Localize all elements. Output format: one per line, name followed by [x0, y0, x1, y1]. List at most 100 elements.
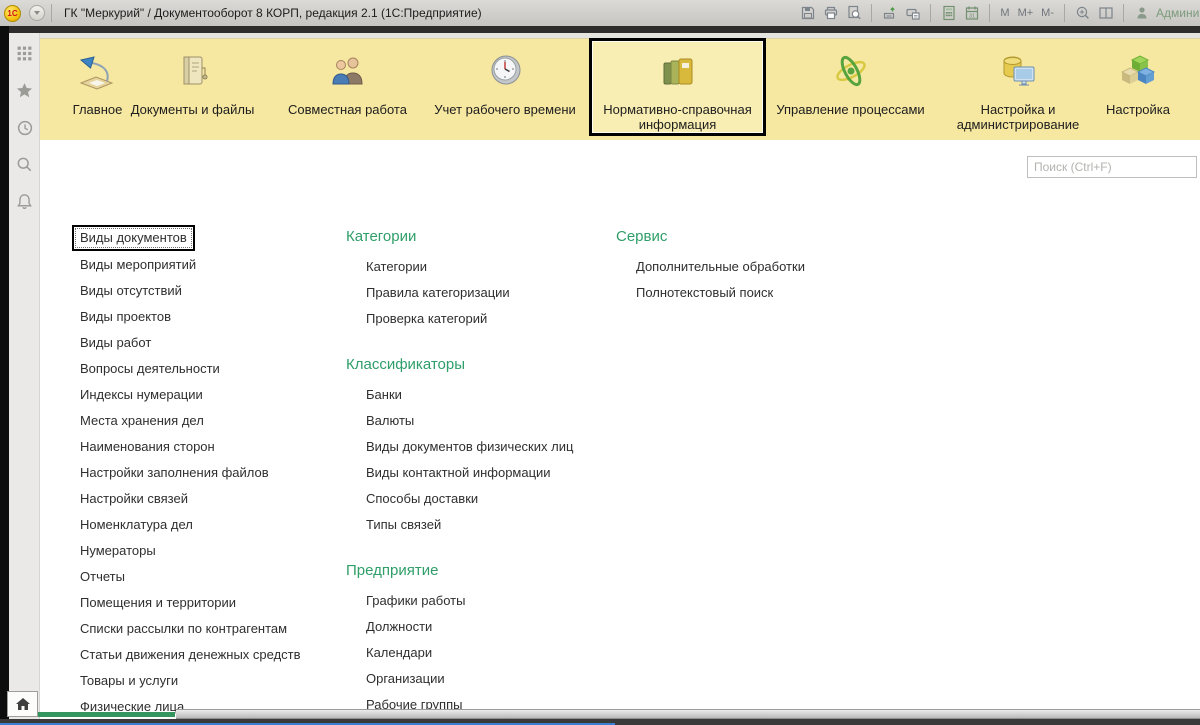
ribbon-tab-label: Нормативно-справочная информация — [603, 102, 752, 132]
nav-column-1: Виды документов Виды мероприятий Виды от… — [72, 224, 301, 720]
current-user-name[interactable]: Админи — [1156, 6, 1200, 20]
nav-link[interactable]: Настройки заполнения файлов — [80, 460, 301, 486]
nav-link[interactable]: Дополнительные обработки — [616, 254, 805, 280]
binders-icon — [656, 47, 700, 99]
ribbon-tab-collaboration[interactable]: Совместная работа — [285, 39, 410, 139]
sidebar-item-notifications[interactable] — [16, 193, 33, 210]
nav-section-classifiers: Классификаторы Банки Валюты Виды докумен… — [346, 352, 573, 538]
ribbon-tab-label: Документы и файлы — [130, 102, 255, 117]
star-icon — [16, 83, 32, 98]
window-frame-left — [0, 26, 9, 725]
nav-link[interactable]: Организации — [346, 666, 573, 692]
nav-column-3: Сервис Дополнительные обработки Полнотек… — [616, 224, 805, 326]
nav-link[interactable]: Банки — [346, 382, 573, 408]
nav-link[interactable]: Графики работы — [346, 588, 573, 614]
nav-link[interactable]: Категории — [346, 254, 573, 280]
nav-link[interactable]: Списки рассылки по контрагентам — [80, 616, 301, 642]
ribbon-tab-label: Настройка — [1106, 102, 1170, 117]
ribbon-tab-settings[interactable]: Настройка — [1083, 39, 1193, 139]
sidebar-item-history[interactable] — [16, 119, 33, 136]
nav-link[interactable]: Виды мероприятий — [80, 252, 301, 278]
divider — [51, 4, 52, 22]
ribbon-tab-label: Учет рабочего времени — [434, 102, 576, 117]
nav-link[interactable]: Виды контактной информации — [346, 460, 573, 486]
search-icon — [17, 157, 31, 172]
ribbon-tab-process-management[interactable]: Управление процессами — [773, 39, 928, 139]
section-header: Категории — [346, 228, 417, 245]
ribbon-tabs: Главное Документы и файлы Совместная раб… — [40, 38, 1200, 139]
nav-link[interactable]: Настройки связей — [80, 486, 301, 512]
nav-link[interactable]: Места хранения дел — [80, 408, 301, 434]
ribbon-tab-reference-info[interactable]: Нормативно-справочная информация — [589, 38, 766, 136]
nav-column-2: Категории Категории Правила категоризаци… — [346, 224, 573, 725]
zoom-button[interactable] — [1074, 5, 1091, 22]
nav-link[interactable]: Номенклатура дел — [80, 512, 301, 538]
window-title: ГК "Меркурий" / Документооборот 8 КОРП, … — [64, 6, 482, 20]
cubes-icon — [1116, 47, 1160, 99]
calculator-button[interactable] — [940, 5, 957, 22]
nav-link[interactable]: Помещения и территории — [80, 590, 301, 616]
ribbon-tab-documents[interactable]: Документы и файлы — [125, 39, 260, 139]
memory-m-minus-button[interactable]: M- — [1041, 7, 1054, 19]
nav-link[interactable]: Должности — [346, 614, 573, 640]
title-bar: 1С ГК "Меркурий" / Документооборот 8 КОР… — [0, 0, 1200, 26]
nav-link[interactable]: Типы связей — [346, 512, 573, 538]
process-orbit-icon — [829, 47, 873, 99]
desk-lamp-icon — [76, 47, 120, 99]
titlebar-toolbar: 31 M M+ M- Админи — [796, 0, 1200, 26]
save-button[interactable] — [799, 5, 816, 22]
nav-link[interactable]: Наименования сторон — [80, 434, 301, 460]
divider — [1123, 4, 1124, 22]
memory-m-button[interactable]: M — [1000, 7, 1009, 19]
nav-section-service: Сервис Дополнительные обработки Полнотек… — [616, 224, 805, 306]
nav-link[interactable]: Полнотекстовый поиск — [616, 280, 805, 306]
window-frame-strip — [0, 26, 1200, 33]
nav-link-selected[interactable]: Виды документов — [72, 225, 195, 251]
send-button[interactable] — [881, 5, 898, 22]
nav-link[interactable]: Статьи движения денежных средств — [80, 642, 301, 668]
ribbon-tab-label: Управление процессами — [776, 102, 925, 117]
nav-link[interactable]: Вопросы деятельности — [80, 356, 301, 382]
clock-icon — [483, 47, 527, 99]
ribbon-tab-time-tracking[interactable]: Учет рабочего времени — [430, 39, 580, 139]
search-input[interactable] — [1027, 156, 1197, 178]
svg-text:31: 31 — [969, 14, 975, 20]
nav-link[interactable]: Виды проектов — [80, 304, 301, 330]
divider — [1064, 4, 1065, 22]
nav-link[interactable]: Товары и услуги — [80, 668, 301, 694]
ribbon-tab-label: Совместная работа — [288, 102, 407, 117]
home-page-button[interactable] — [7, 691, 38, 717]
nav-link[interactable]: Проверка категорий — [346, 306, 573, 332]
print-button[interactable] — [822, 5, 839, 22]
chevron-down-icon — [34, 11, 40, 15]
menu-grid-icon — [17, 46, 31, 61]
nav-link[interactable]: Правила категоризации — [346, 280, 573, 306]
split-window-button[interactable] — [1097, 5, 1114, 22]
nav-link[interactable]: Виды работ — [80, 330, 301, 356]
nav-link[interactable]: Календари — [346, 640, 573, 666]
two-people-icon — [326, 47, 370, 99]
ribbon-tab-settings-administration[interactable]: Настройка и администрирование — [953, 39, 1083, 139]
sidebar-item-search[interactable] — [16, 156, 33, 173]
memory-m-plus-button[interactable]: M+ — [1018, 7, 1034, 19]
sidebar-item-menu[interactable] — [16, 45, 33, 62]
print-preview-button[interactable] — [845, 5, 862, 22]
nav-section-enterprise: Предприятие Графики работы Должности Кал… — [346, 558, 573, 718]
tool-sidebar — [9, 33, 40, 719]
nav-link[interactable]: Способы доставки — [346, 486, 573, 512]
document-folder-icon — [171, 47, 215, 99]
nav-link[interactable]: Виды отсутствий — [80, 278, 301, 304]
nav-link[interactable]: Нумераторы — [80, 538, 301, 564]
nav-link[interactable]: Валюты — [346, 408, 573, 434]
main-menu-dropdown-button[interactable] — [29, 5, 45, 21]
horizontal-scrollbar[interactable] — [176, 709, 1200, 719]
nav-link[interactable]: Виды документов физических лиц — [346, 434, 573, 460]
print-settings-button[interactable] — [904, 5, 921, 22]
user-icon — [1133, 5, 1150, 22]
calendar-button[interactable]: 31 — [963, 5, 980, 22]
nav-link[interactable]: Отчеты — [80, 564, 301, 590]
section-header: Предприятие — [346, 562, 439, 579]
nav-link[interactable]: Индексы нумерации — [80, 382, 301, 408]
ribbon-tab-label: Настройка и администрирование — [956, 102, 1080, 132]
sidebar-item-favorites[interactable] — [16, 82, 33, 99]
